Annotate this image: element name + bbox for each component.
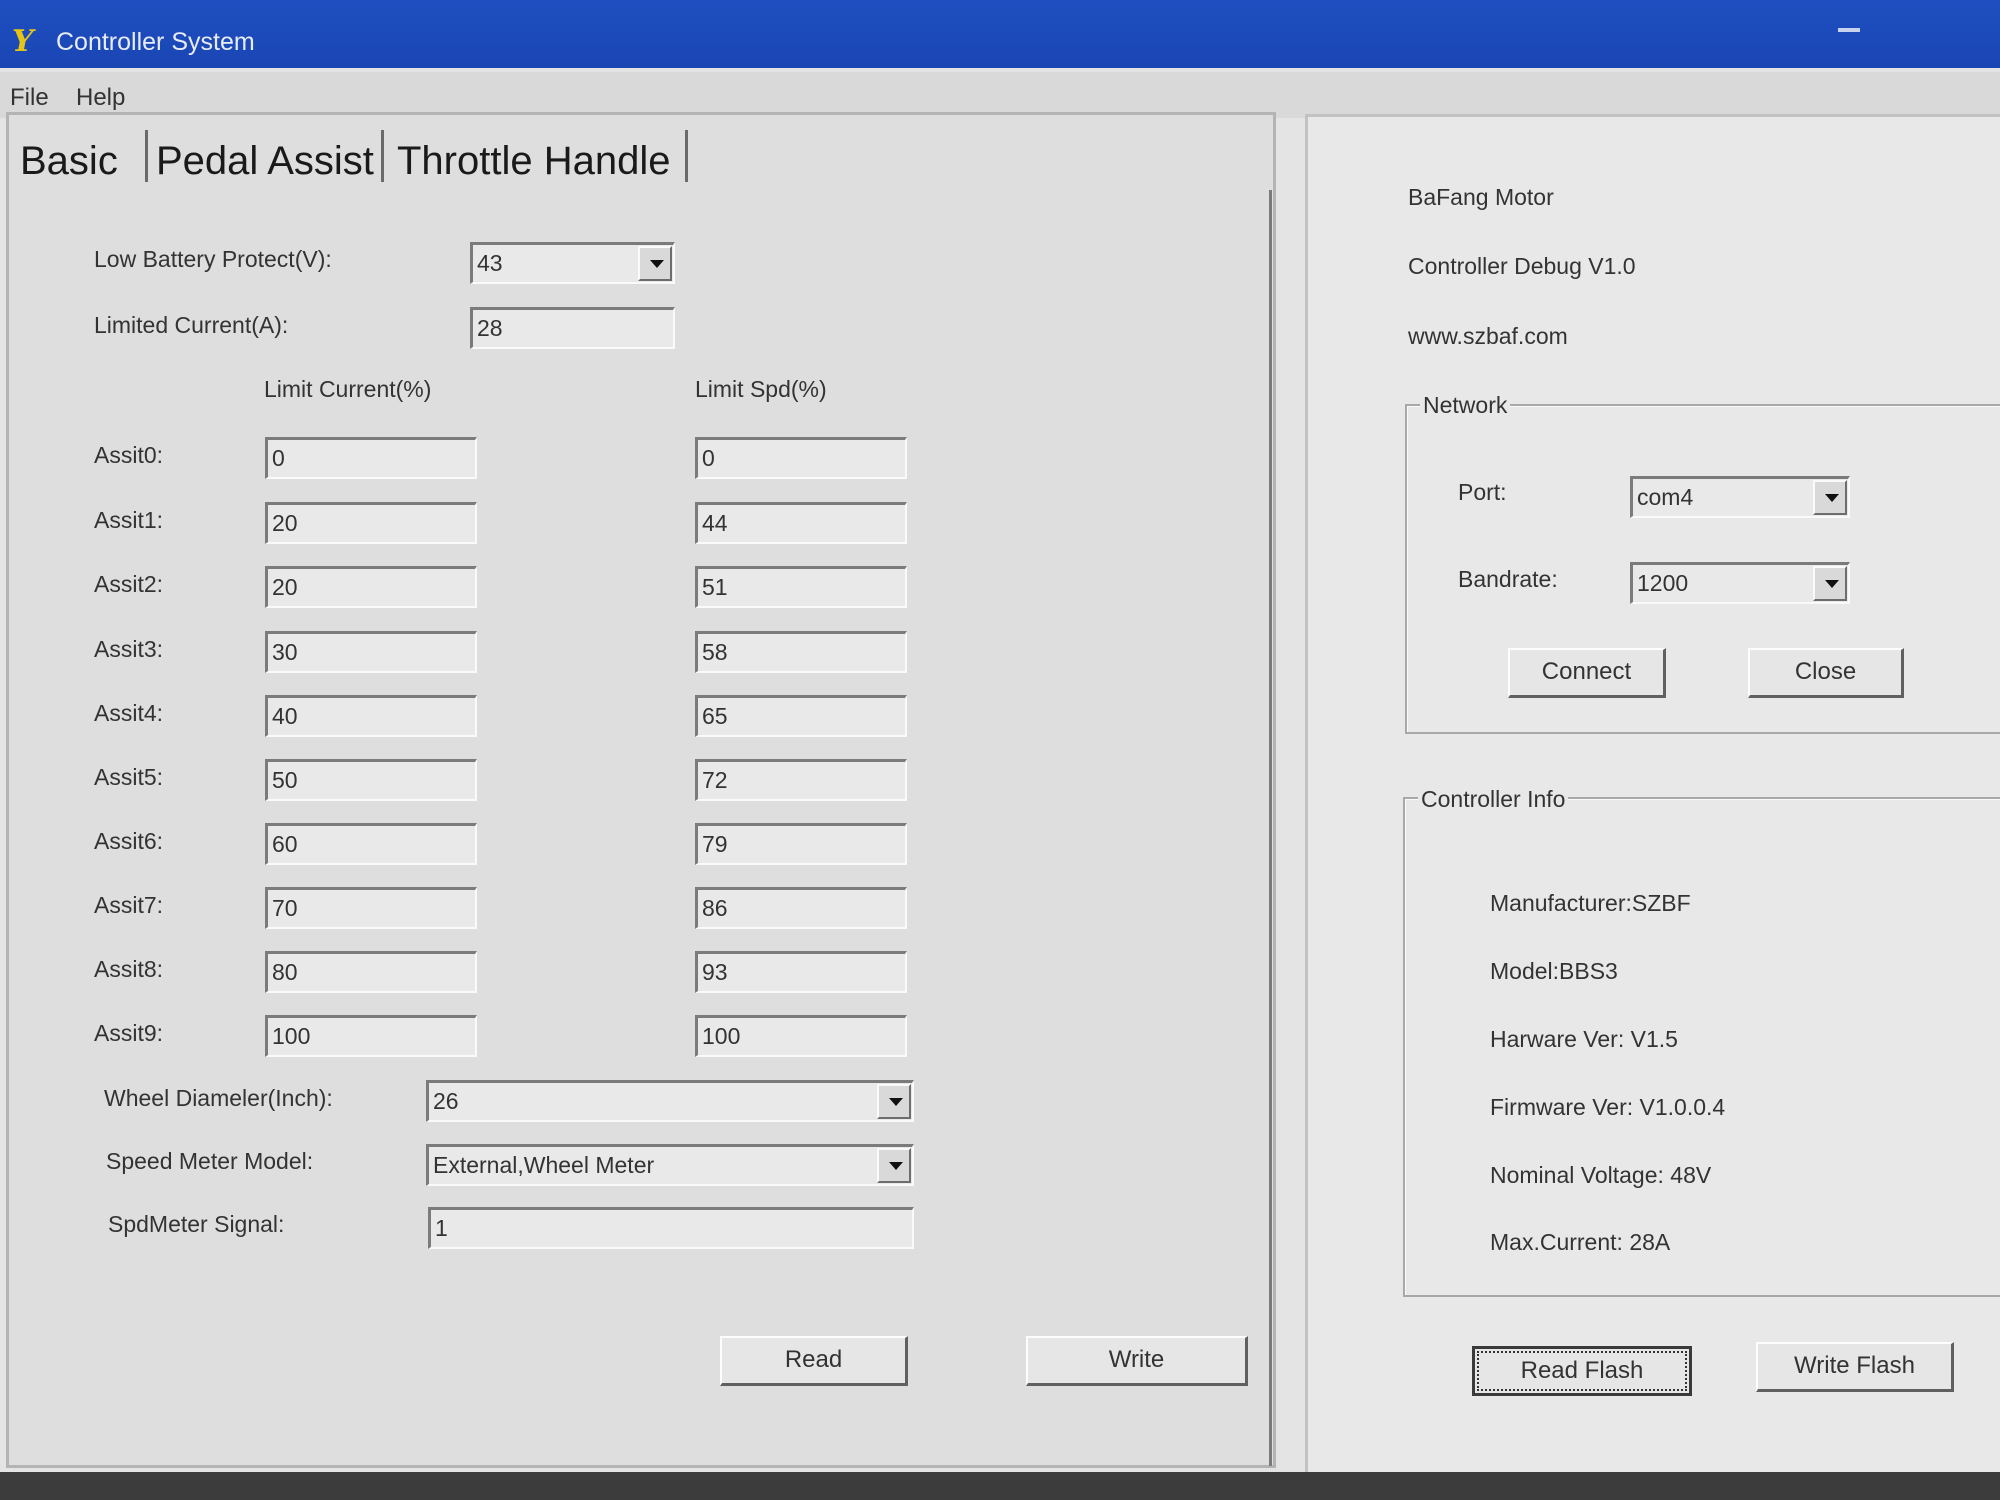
assist-speed-input[interactable]: 79 — [695, 823, 907, 865]
spdmeter-signal-label: SpdMeter Signal: — [108, 1211, 285, 1237]
tab-separator — [381, 130, 384, 182]
assist-label: Assit7: — [94, 892, 164, 918]
assist-current-input[interactable]: 20 — [265, 502, 477, 544]
assist-label: Assit4: — [94, 700, 164, 726]
limited-current-label: Limited Current(A): — [94, 312, 289, 338]
assist-current-input[interactable]: 40 — [265, 695, 477, 737]
network-title: Network — [1420, 392, 1511, 419]
assist-label: Assit1: — [94, 507, 164, 533]
speed-meter-model-label: Speed Meter Model: — [106, 1148, 314, 1174]
assist-current-input[interactable]: 0 — [265, 437, 477, 479]
assist-speed-input[interactable]: 100 — [695, 1015, 907, 1057]
assist-label: Assit9: — [94, 1020, 164, 1046]
controller-info-title: Controller Info — [1418, 786, 1569, 813]
app-logo-icon: Y — [12, 24, 34, 59]
about-brand: BaFang Motor — [1408, 184, 1554, 210]
limit-speed-header: Limit Spd(%) — [695, 376, 827, 402]
about-website: www.szbaf.com — [1408, 323, 1568, 349]
assist-label: Assit8: — [94, 956, 164, 982]
wheel-diameter-dropdown[interactable]: 26 — [426, 1080, 914, 1122]
window-title: Controller System — [56, 28, 255, 56]
low-battery-value: 43 — [477, 250, 503, 276]
info-nominal-voltage: Nominal Voltage: 48V — [1490, 1162, 1712, 1188]
baud-value: 1200 — [1637, 570, 1689, 596]
chevron-down-icon[interactable] — [1813, 480, 1847, 515]
assist-speed-input[interactable]: 93 — [695, 951, 907, 993]
assist-label: Assit0: — [94, 442, 164, 468]
assist-current-input[interactable]: 30 — [265, 631, 477, 673]
port-value: com4 — [1637, 484, 1694, 510]
panel-divider — [1269, 190, 1272, 1466]
assist-label: Assit3: — [94, 636, 164, 662]
info-manufacturer: Manufacturer:SZBF — [1490, 890, 1691, 916]
limit-current-header: Limit Current(%) — [264, 376, 432, 402]
chevron-down-icon[interactable] — [877, 1084, 911, 1119]
tab-pedal-assist[interactable]: Pedal Assist — [156, 136, 374, 186]
tab-basic[interactable]: Basic — [20, 136, 118, 186]
low-battery-label: Low Battery Protect(V): — [94, 246, 332, 272]
assist-speed-input[interactable]: 58 — [695, 631, 907, 673]
chevron-down-icon[interactable] — [1813, 566, 1847, 601]
wheel-diameter-label: Wheel Diameler(Inch): — [104, 1085, 333, 1111]
info-hardware-version: Harware Ver: V1.5 — [1490, 1026, 1678, 1052]
tab-separator — [685, 130, 688, 182]
info-max-current: Max.Current: 28A — [1490, 1229, 1671, 1255]
info-firmware-version: Firmware Ver: V1.0.0.4 — [1490, 1094, 1726, 1120]
baud-dropdown[interactable]: 1200 — [1630, 562, 1850, 604]
assist-label: Assit5: — [94, 764, 164, 790]
assist-speed-input[interactable]: 0 — [695, 437, 907, 479]
chevron-down-icon[interactable] — [638, 246, 672, 281]
assist-label: Assit2: — [94, 571, 164, 597]
about-version: Controller Debug V1.0 — [1408, 253, 1636, 279]
title-bar: Y Controller System — [0, 0, 2000, 68]
assist-speed-input[interactable]: 86 — [695, 887, 907, 929]
assist-current-input[interactable]: 80 — [265, 951, 477, 993]
assist-current-input[interactable]: 70 — [265, 887, 477, 929]
assist-current-input[interactable]: 50 — [265, 759, 477, 801]
menu-help[interactable]: Help — [76, 84, 125, 112]
baud-label: Bandrate: — [1458, 566, 1558, 592]
tab-throttle-handle[interactable]: Throttle Handle — [397, 136, 670, 186]
screen-bezel — [0, 1472, 2000, 1500]
connect-button[interactable]: Connect — [1508, 648, 1666, 698]
assist-speed-input[interactable]: 65 — [695, 695, 907, 737]
chevron-down-icon[interactable] — [877, 1148, 911, 1183]
limited-current-input[interactable]: 28 — [470, 307, 675, 349]
assist-current-input[interactable]: 60 — [265, 823, 477, 865]
menu-file[interactable]: File — [10, 84, 49, 112]
minimize-icon[interactable] — [1838, 28, 1860, 32]
speed-meter-model-value: External,Wheel Meter — [433, 1152, 655, 1178]
close-button[interactable]: Close — [1748, 648, 1904, 698]
write-button[interactable]: Write — [1026, 1336, 1248, 1386]
assist-speed-input[interactable]: 51 — [695, 566, 907, 608]
speed-meter-model-dropdown[interactable]: External,Wheel Meter — [426, 1144, 914, 1186]
read-button[interactable]: Read — [720, 1336, 908, 1386]
port-label: Port: — [1458, 479, 1507, 505]
assist-current-input[interactable]: 20 — [265, 566, 477, 608]
read-flash-button[interactable]: Read Flash — [1472, 1346, 1692, 1396]
info-model: Model:BBS3 — [1490, 958, 1618, 984]
write-flash-button[interactable]: Write Flash — [1756, 1342, 1954, 1392]
assist-speed-input[interactable]: 72 — [695, 759, 907, 801]
assist-speed-input[interactable]: 44 — [695, 502, 907, 544]
low-battery-dropdown[interactable]: 43 — [470, 242, 675, 284]
assist-label: Assit6: — [94, 828, 164, 854]
tab-separator — [145, 130, 148, 182]
wheel-diameter-value: 26 — [433, 1088, 459, 1114]
assist-current-input[interactable]: 100 — [265, 1015, 477, 1057]
port-dropdown[interactable]: com4 — [1630, 476, 1850, 518]
spdmeter-signal-input[interactable]: 1 — [428, 1207, 914, 1249]
